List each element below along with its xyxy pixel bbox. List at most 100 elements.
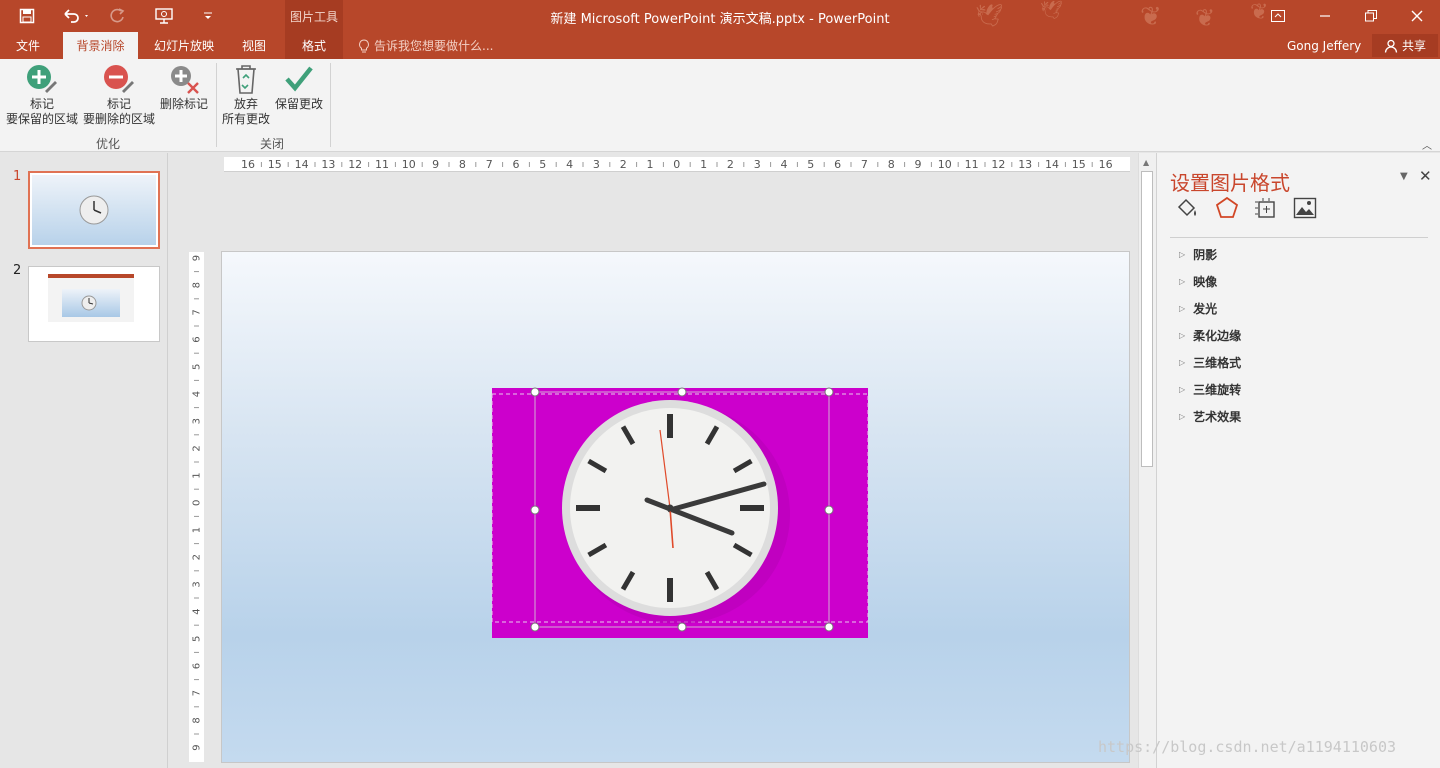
discard-line2: 所有更改: [221, 112, 270, 126]
ribbon-display-options-icon[interactable]: [1255, 0, 1301, 32]
resize-handle[interactable]: [677, 622, 687, 632]
section-label: 三维旋转: [1193, 383, 1242, 397]
ruler-label: 15: [1072, 158, 1086, 171]
expand-triangle-icon: ▷: [1179, 412, 1186, 421]
tab-format[interactable]: 格式: [285, 32, 343, 59]
ruler-label: 4: [192, 608, 203, 614]
ruler-label: 0: [673, 158, 680, 171]
checkmark-icon: [285, 66, 313, 92]
recycle-bin-icon: [236, 65, 256, 94]
section-soft-edges[interactable]: ▷ 柔化边缘: [1179, 327, 1241, 344]
ruler-label: 4: [192, 391, 203, 397]
share-button[interactable]: 共享: [1372, 34, 1438, 57]
section-label: 柔化边缘: [1193, 329, 1242, 343]
discard-all-changes-button[interactable]: 放弃 所有更改: [220, 63, 272, 127]
ruler-label: 13: [1018, 158, 1032, 171]
tab-file[interactable]: 文件: [4, 32, 52, 59]
ruler-label: 6: [192, 336, 203, 342]
ruler-label: 8: [888, 158, 895, 171]
clock-thumbnail-icon: [79, 195, 109, 225]
section-label: 三维格式: [1193, 356, 1242, 370]
ruler-label: 3: [593, 158, 600, 171]
mark-areas-to-remove-button[interactable]: 标记 要删除的区域: [82, 63, 156, 127]
scroll-up-icon[interactable]: ▲: [1143, 158, 1149, 167]
minimize-icon[interactable]: [1302, 0, 1348, 32]
ruler-label: 10: [938, 158, 952, 171]
leaf-decoration-icon: ❦: [1195, 4, 1216, 32]
ruler-label: 14: [1045, 158, 1059, 171]
clock-center-pin: [666, 504, 674, 512]
expand-triangle-icon: ▷: [1179, 358, 1186, 367]
restore-icon[interactable]: [1348, 0, 1394, 32]
section-reflection[interactable]: ▷ 映像: [1179, 273, 1217, 290]
ruler-label: 5: [539, 158, 546, 171]
section-shadow[interactable]: ▷ 阴影: [1179, 246, 1217, 263]
clock-picture[interactable]: [491, 387, 869, 638]
resize-handle[interactable]: [530, 387, 540, 397]
tab-slideshow[interactable]: 幻灯片放映: [146, 32, 222, 59]
resize-handle[interactable]: [530, 622, 540, 632]
close-icon[interactable]: [1394, 0, 1440, 32]
resize-handle[interactable]: [824, 387, 834, 397]
ruler-label: 16: [241, 158, 255, 171]
pane-divider: [1170, 237, 1428, 238]
format-picture-pane: 设置图片格式 ▼ ✕ ▷ 阴影 ▷ 映像 ▷ 发光 ▷ 柔化边缘 ▷ 三维格式 ▷ 三维旋转…: [1156, 153, 1440, 768]
tab-background-removal[interactable]: 背景消除: [63, 32, 138, 59]
size-properties-icon[interactable]: [1254, 197, 1278, 222]
ruler-label: 8: [192, 717, 203, 723]
scroll-thumb[interactable]: [1141, 171, 1153, 467]
bird-decoration-icon: 🕊: [1040, 0, 1063, 21]
mark-areas-to-keep-button[interactable]: 标记 要保留的区域: [6, 63, 78, 127]
slide-thumbnail-2[interactable]: [28, 266, 160, 342]
active-tab-pointer: [1223, 229, 1237, 236]
ruler-label: 6: [513, 158, 520, 171]
tell-me-search[interactable]: 告诉我您想要做什么...: [358, 32, 493, 59]
share-label: 共享: [1401, 39, 1426, 53]
vertical-ruler: 9 8 7 6 5 4 3 2 1 0 1 2 3 4 5 6 7 8 9: [189, 252, 204, 762]
pane-title: 设置图片格式: [1170, 171, 1290, 195]
delete-mark-icon: [171, 66, 199, 94]
group-label-refine: 优化: [95, 137, 120, 151]
section-glow[interactable]: ▷ 发光: [1179, 300, 1217, 317]
ruler-label: 2: [192, 554, 203, 560]
slide-thumbnail-pane: 1 2: [0, 153, 168, 768]
picture-icon[interactable]: [1293, 197, 1317, 222]
expand-triangle-icon: ▷: [1179, 385, 1186, 394]
effects-pentagon-icon[interactable]: [1215, 196, 1239, 223]
expand-triangle-icon: ▷: [1179, 331, 1186, 340]
pane-close-icon[interactable]: ✕: [1419, 167, 1432, 185]
section-3d-rotation[interactable]: ▷ 三维旋转: [1179, 381, 1241, 398]
ruler-label: 8: [459, 158, 466, 171]
section-artistic-effects[interactable]: ▷ 艺术效果: [1179, 408, 1241, 425]
ruler-label: 1: [700, 158, 707, 171]
ruler-label: 9: [192, 255, 203, 261]
leaf-decoration-icon: ❦: [1140, 2, 1162, 32]
delete-mark-button[interactable]: 删除标记: [158, 63, 210, 112]
ruler-label: 4: [566, 158, 573, 171]
section-3d-format[interactable]: ▷ 三维格式: [1179, 354, 1241, 371]
ruler-label: 4: [781, 158, 788, 171]
resize-handle[interactable]: [677, 387, 687, 397]
user-name[interactable]: Gong Jeffery: [1287, 32, 1361, 59]
ruler-label: 7: [861, 158, 868, 171]
ruler-label: 1: [192, 472, 203, 478]
ruler-label: 3: [192, 581, 203, 587]
resize-handle[interactable]: [824, 505, 834, 515]
pane-options-chevron-icon[interactable]: ▼: [1400, 171, 1408, 182]
ruler-label: 12: [991, 158, 1005, 171]
ruler-label: 2: [620, 158, 627, 171]
fill-line-icon[interactable]: [1175, 197, 1199, 222]
resize-handle[interactable]: [530, 505, 540, 515]
ruler-label: 3: [192, 418, 203, 424]
keep-changes-button[interactable]: 保留更改: [274, 63, 324, 112]
minus-pencil-icon: [104, 65, 134, 93]
ruler-label: 3: [754, 158, 761, 171]
vertical-scrollbar[interactable]: ▲: [1138, 153, 1156, 768]
slide-thumbnail-1[interactable]: [28, 171, 160, 249]
collapse-ribbon-icon[interactable]: ︿: [1422, 137, 1432, 152]
ruler-label: 5: [807, 158, 814, 171]
tab-view[interactable]: 视图: [230, 32, 278, 59]
resize-handle[interactable]: [824, 622, 834, 632]
ruler-label: 6: [834, 158, 841, 171]
ruler-label: 11: [965, 158, 979, 171]
